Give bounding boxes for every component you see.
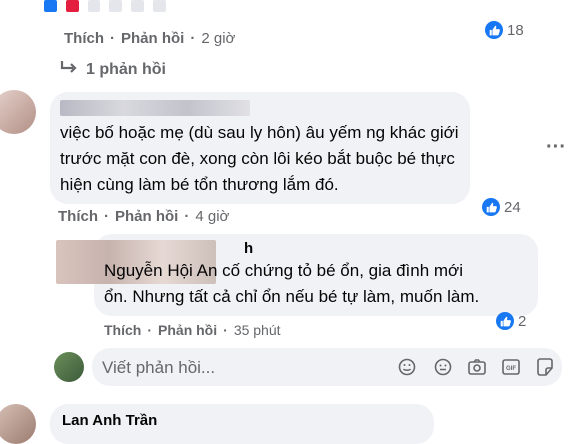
like-icon bbox=[485, 21, 503, 39]
reaction-summary[interactable]: 2 bbox=[496, 312, 526, 330]
comment-time[interactable]: 35 phút bbox=[234, 322, 281, 338]
svg-text:GIF: GIF bbox=[506, 366, 516, 372]
reply-text: việc bố hoặc mẹ (dù sau ly hôn) âu yếm n… bbox=[60, 120, 468, 198]
like-icon bbox=[482, 198, 500, 216]
reply-actions: Thích · Phản hồi · 35 phút bbox=[104, 322, 281, 338]
top-toolbar bbox=[44, 0, 166, 14]
reply-input[interactable]: Viết phản hồi... bbox=[102, 358, 215, 378]
separator-dot: · bbox=[190, 30, 196, 47]
text-line: ổn. Nhưng tất cả chỉ ổn nếu bé tự làm, m… bbox=[104, 287, 480, 306]
view-replies-label: 1 phản hồi bbox=[86, 60, 166, 78]
sticker-icon[interactable] bbox=[536, 358, 554, 376]
like-link[interactable]: Thích bbox=[58, 208, 98, 225]
reply-bubble: h Nguyễn Hội An cố chứng tỏ bé ổn, gia đ… bbox=[56, 234, 538, 316]
reply-text: Nguyễn Hội An cố chứng tỏ bé ổn, gia đìn… bbox=[104, 258, 534, 310]
separator-dot: · bbox=[147, 322, 153, 338]
more-icon[interactable]: ··· bbox=[546, 136, 566, 159]
reaction-count: 24 bbox=[504, 198, 521, 216]
reply-link[interactable]: Phản hồi bbox=[121, 30, 184, 47]
avatar[interactable] bbox=[0, 90, 36, 134]
reply-arrow-icon bbox=[60, 60, 78, 79]
reply-link[interactable]: Phản hồi bbox=[115, 208, 178, 225]
gaming-icon[interactable] bbox=[131, 0, 145, 12]
reaction-count: 2 bbox=[518, 312, 527, 330]
separator-dot: · bbox=[184, 208, 190, 225]
blurred-author-name[interactable] bbox=[60, 100, 250, 116]
menu-icon[interactable] bbox=[153, 0, 166, 12]
reply-actions: Thích · Phản hồi · 4 giờ bbox=[58, 208, 229, 225]
author-name[interactable]: Lan Anh Trần bbox=[62, 412, 157, 429]
avatar[interactable] bbox=[0, 404, 36, 444]
gif-icon[interactable]: GIF bbox=[502, 358, 520, 376]
separator-dot: · bbox=[223, 322, 228, 338]
comment-time[interactable]: 4 giờ bbox=[195, 208, 229, 225]
reaction-summary[interactable]: 24 bbox=[482, 198, 521, 216]
emoji-icon[interactable] bbox=[398, 358, 416, 376]
reply-composer[interactable]: Viết phản hồi... GIF bbox=[92, 348, 562, 386]
like-link[interactable]: Thích bbox=[64, 30, 104, 47]
like-icon bbox=[496, 312, 514, 330]
separator-dot: · bbox=[104, 208, 109, 225]
text-line: Nguyễn Hội An cố chứng tỏ bé ổn, gia đìn… bbox=[104, 261, 463, 280]
text-line: việc bố hoặc mẹ (dù sau ly hôn) âu yếm n… bbox=[60, 123, 459, 142]
top-comment-actions: Thích · Phản hồi · 2 giờ bbox=[64, 30, 235, 47]
emoji-face-icon[interactable] bbox=[434, 358, 452, 376]
marketplace-icon[interactable] bbox=[87, 0, 101, 12]
groups-icon[interactable] bbox=[109, 0, 123, 12]
like-link[interactable]: Thích bbox=[104, 322, 141, 338]
reaction-count: 18 bbox=[507, 21, 524, 39]
video-icon[interactable] bbox=[65, 0, 79, 12]
author-name[interactable]: h bbox=[244, 240, 253, 257]
reaction-summary[interactable]: 18 bbox=[485, 21, 524, 39]
comment-bubble: Lan Anh Trần bbox=[50, 404, 434, 444]
camera-icon[interactable] bbox=[468, 358, 486, 376]
view-replies-toggle[interactable]: 1 phản hồi bbox=[60, 60, 166, 79]
separator-dot: · bbox=[110, 30, 115, 47]
home-icon[interactable] bbox=[44, 0, 57, 12]
comment-time[interactable]: 2 giờ bbox=[201, 30, 235, 47]
reply-link[interactable]: Phản hồi bbox=[158, 322, 217, 338]
text-line: trước mặt con đè, xong còn lôi kéo bắt b… bbox=[60, 149, 455, 168]
text-line: hiện cùng làm bé tổn thương lắm đó. bbox=[60, 175, 339, 194]
reply-bubble: việc bố hoặc mẹ (dù sau ly hôn) âu yếm n… bbox=[50, 92, 470, 204]
avatar[interactable] bbox=[54, 352, 84, 382]
